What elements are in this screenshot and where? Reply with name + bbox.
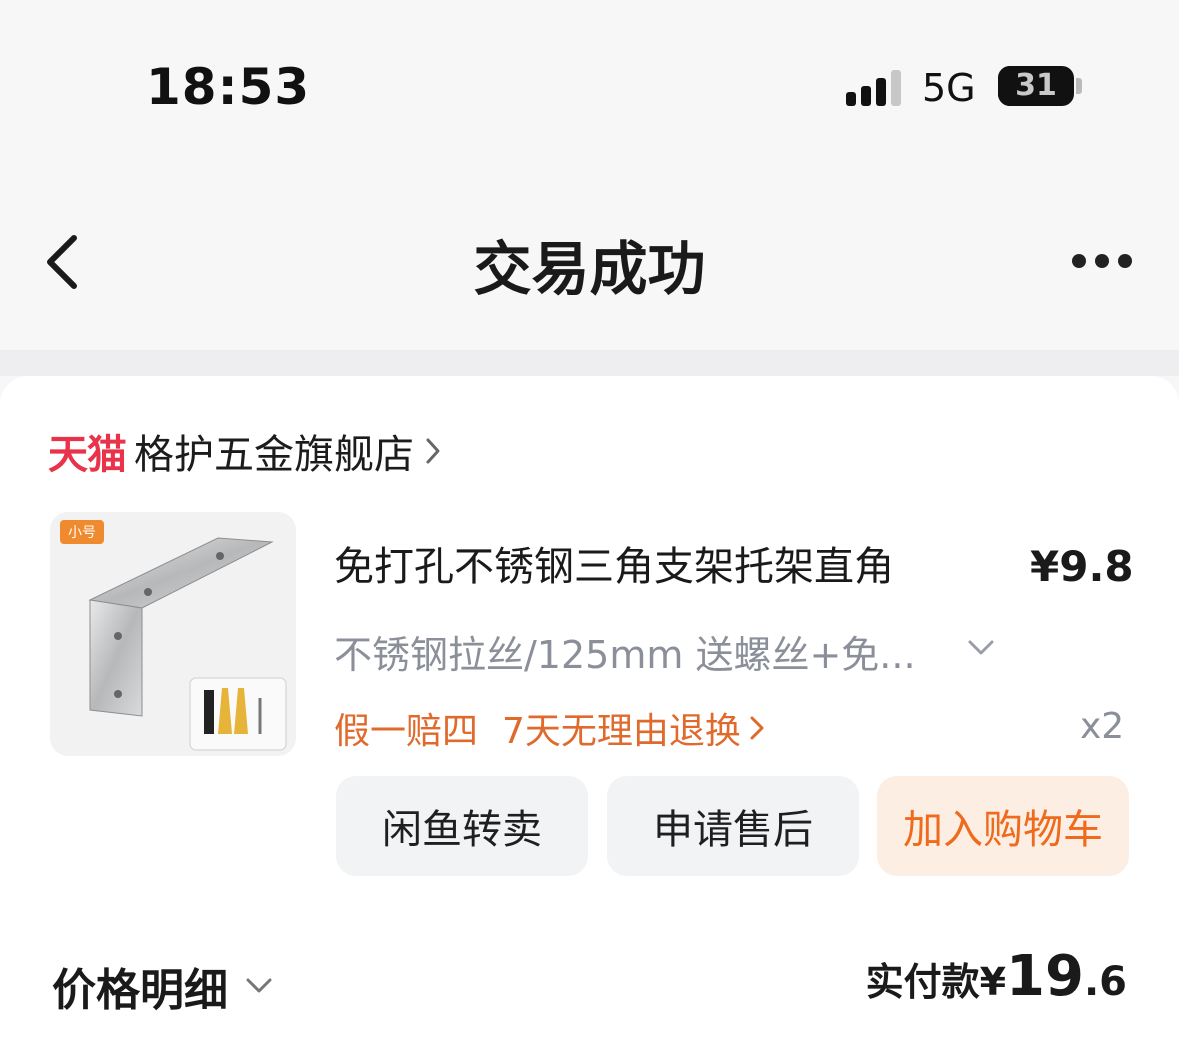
chevron-down-icon [246,978,272,993]
product-image[interactable]: 小号 [50,512,296,756]
chevron-down-icon[interactable] [966,638,996,658]
page-title: 交易成功 [473,235,706,303]
chevron-right-icon [750,716,764,740]
product-quantity: x2 [1080,706,1125,747]
status-bar: 18:53 5G 31 [0,0,1179,160]
after-sales-button[interactable]: 申请售后 [607,776,859,876]
paid-currency: ¥ [979,960,1007,1004]
paid-integer: 19 [1006,944,1084,1009]
add-to-cart-button[interactable]: 加入购物车 [877,776,1129,876]
chevron-right-icon [426,438,440,464]
guarantee-fake-compensation: 假一赔四 [334,711,479,752]
service-guarantees[interactable]: 假一赔四 7天无理由退换 [334,702,765,754]
product-size-tag: 小号 [60,520,104,544]
more-dots-icon [1072,254,1086,268]
price-detail-label: 价格明细 [52,965,228,1016]
signal-icon [846,70,906,106]
store-link[interactable]: 天猫 格护五金旗舰店 [48,426,442,478]
more-button[interactable] [1064,250,1144,274]
product-price: ¥9.8 [1030,542,1134,591]
network-type: 5G [922,66,976,110]
bracket-image [88,537,287,751]
guarantee-return-policy: 7天无理由退换 [502,711,741,752]
battery-percent: 31 [1015,68,1057,103]
price-detail-toggle[interactable]: 价格明细 [52,954,274,1018]
resell-button[interactable]: 闲鱼转卖 [336,776,588,876]
section-divider [0,350,1179,376]
paid-decimal: .6 [1083,959,1127,1005]
order-card: 天猫 格护五金旗舰店 小号 免打孔不锈钢三角支架托架直角 ¥9.8 不锈钢拉丝/… [0,376,1179,1047]
status-time: 18:53 [146,58,311,116]
battery-icon: 31 [998,66,1074,106]
battery-cap [1076,78,1082,94]
tmall-logo: 天猫 [48,432,127,478]
paid-amount: 实付款 ¥ 19 .6 [866,944,1127,1009]
paid-label: 实付款 [865,960,980,1004]
nav-bar: 交易成功 [0,160,1179,350]
product-spec[interactable]: 不锈钢拉丝/125mm 送螺丝+免... [334,624,916,679]
product-title[interactable]: 免打孔不锈钢三角支架托架直角 [334,534,894,592]
store-name: 格护五金旗舰店 [134,432,414,478]
